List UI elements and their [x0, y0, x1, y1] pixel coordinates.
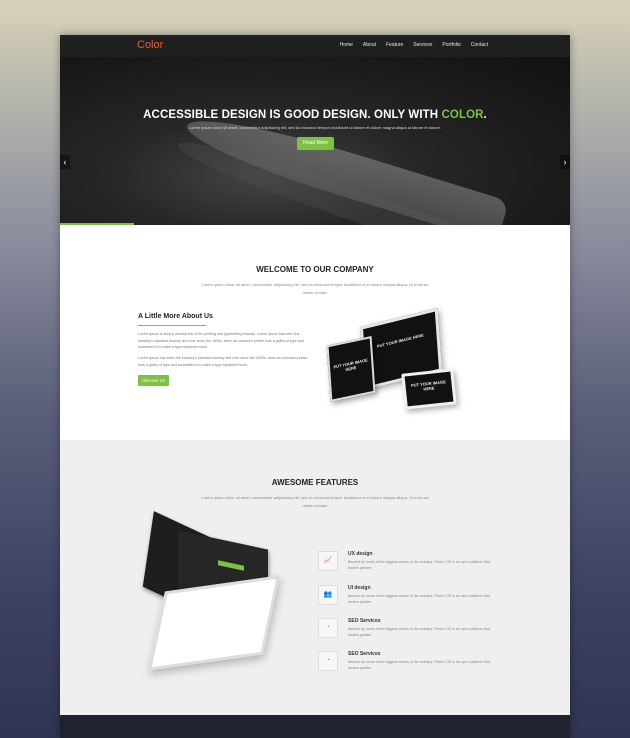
nav-link-about[interactable]: About [363, 42, 376, 48]
nav-link-portfolio[interactable]: Portfolio [442, 42, 460, 48]
nav-link-services[interactable]: Services [413, 42, 432, 48]
hero-title: ACCESSIBLE DESIGN IS GOOD DESIGN. ONLY W… [60, 109, 570, 121]
site-logo[interactable]: Color [137, 39, 163, 51]
feature-description: Backed by some of the biggest names in t… [348, 627, 490, 637]
users-icon: 👥 [318, 585, 338, 605]
discover-us-button[interactable]: Discover Us [138, 375, 169, 386]
hero-title-accent: COLOR [441, 109, 484, 121]
welcome-title: WELCOME TO OUR COMPANY [256, 265, 374, 274]
hero-slider: ACCESSIBLE DESIGN IS GOOD DESIGN. ONLY W… [60, 57, 570, 225]
feature-item: 📈 UX design Backed by some of the bigges… [318, 551, 518, 581]
hero-title-main: ACCESSIBLE DESIGN IS GOOD DESIGN. ONLY W… [143, 109, 442, 121]
hero-subtitle: Lorem ipsum dolor sit amet, consectetur … [188, 125, 442, 130]
pie-icon: ◔ [318, 618, 338, 638]
feature-title: SEO Services [348, 651, 381, 657]
phone-placeholder-text: PUT YOUR IMAGE HERE [410, 379, 446, 392]
nav-link-feature[interactable]: Feature [386, 42, 403, 48]
slider-next-arrow-icon[interactable]: › [560, 155, 570, 169]
about-title: A Little More About Us [138, 313, 213, 320]
feature-item: ◔ SEO Services Backed by some of the big… [318, 651, 518, 681]
slide-progress-bar [60, 223, 134, 225]
feature-title: UI design [348, 585, 371, 591]
chart-icon: 📈 [318, 551, 338, 571]
about-paragraph-2: Lorem Ipsum has been the industry's stan… [138, 356, 308, 367]
feature-description: Backed by some of the biggest names in t… [348, 660, 490, 670]
features-title: AWESOME FEATURES [271, 478, 359, 487]
monitor-placeholder-text: PUT YOUR IMAGE HERE [376, 332, 425, 349]
features-illustration [138, 511, 308, 671]
pie-icon: ◔ [318, 651, 338, 671]
about-title-underline [138, 325, 206, 326]
feature-title: UX design [348, 551, 373, 557]
top-navbar: Color Home About Feature Services Portfo… [60, 35, 570, 57]
nav-links: Home About Feature Services Portfolio Co… [340, 42, 488, 48]
feature-description: Backed by some of the biggest names in t… [348, 594, 490, 604]
slider-prev-arrow-icon[interactable]: ‹ [60, 155, 70, 169]
tablet-device-image: PUT YOUR IMAGE HERE [326, 336, 376, 402]
hero-title-end: . [483, 109, 487, 121]
nav-link-home[interactable]: Home [340, 42, 353, 48]
tablet-placeholder-text: PUT YOUR IMAGE HERE [333, 357, 368, 373]
phone-device-image: PUT YOUR IMAGE HERE [401, 368, 457, 410]
about-paragraph-1: Lorem Ipsum is simply dummy text of the … [138, 332, 304, 349]
feature-item: ◔ SEO Services Backed by some of the big… [318, 618, 518, 648]
features-subtitle: Lorem ipsum dolor sit amet, consectetur … [201, 495, 429, 508]
feature-title: SEO Services [348, 618, 381, 624]
feature-description: Backed by some of the biggest names in t… [348, 560, 490, 570]
nav-link-contact[interactable]: Contact [471, 42, 488, 48]
website-mockup: Color Home About Feature Services Portfo… [60, 35, 570, 738]
read-more-button[interactable]: Read More [297, 137, 334, 150]
welcome-subtitle: Lorem ipsum dolor sit amet, consectetur … [201, 282, 429, 295]
feature-item: 👥 UI design Backed by some of the bigges… [318, 585, 518, 615]
footer [60, 715, 570, 738]
